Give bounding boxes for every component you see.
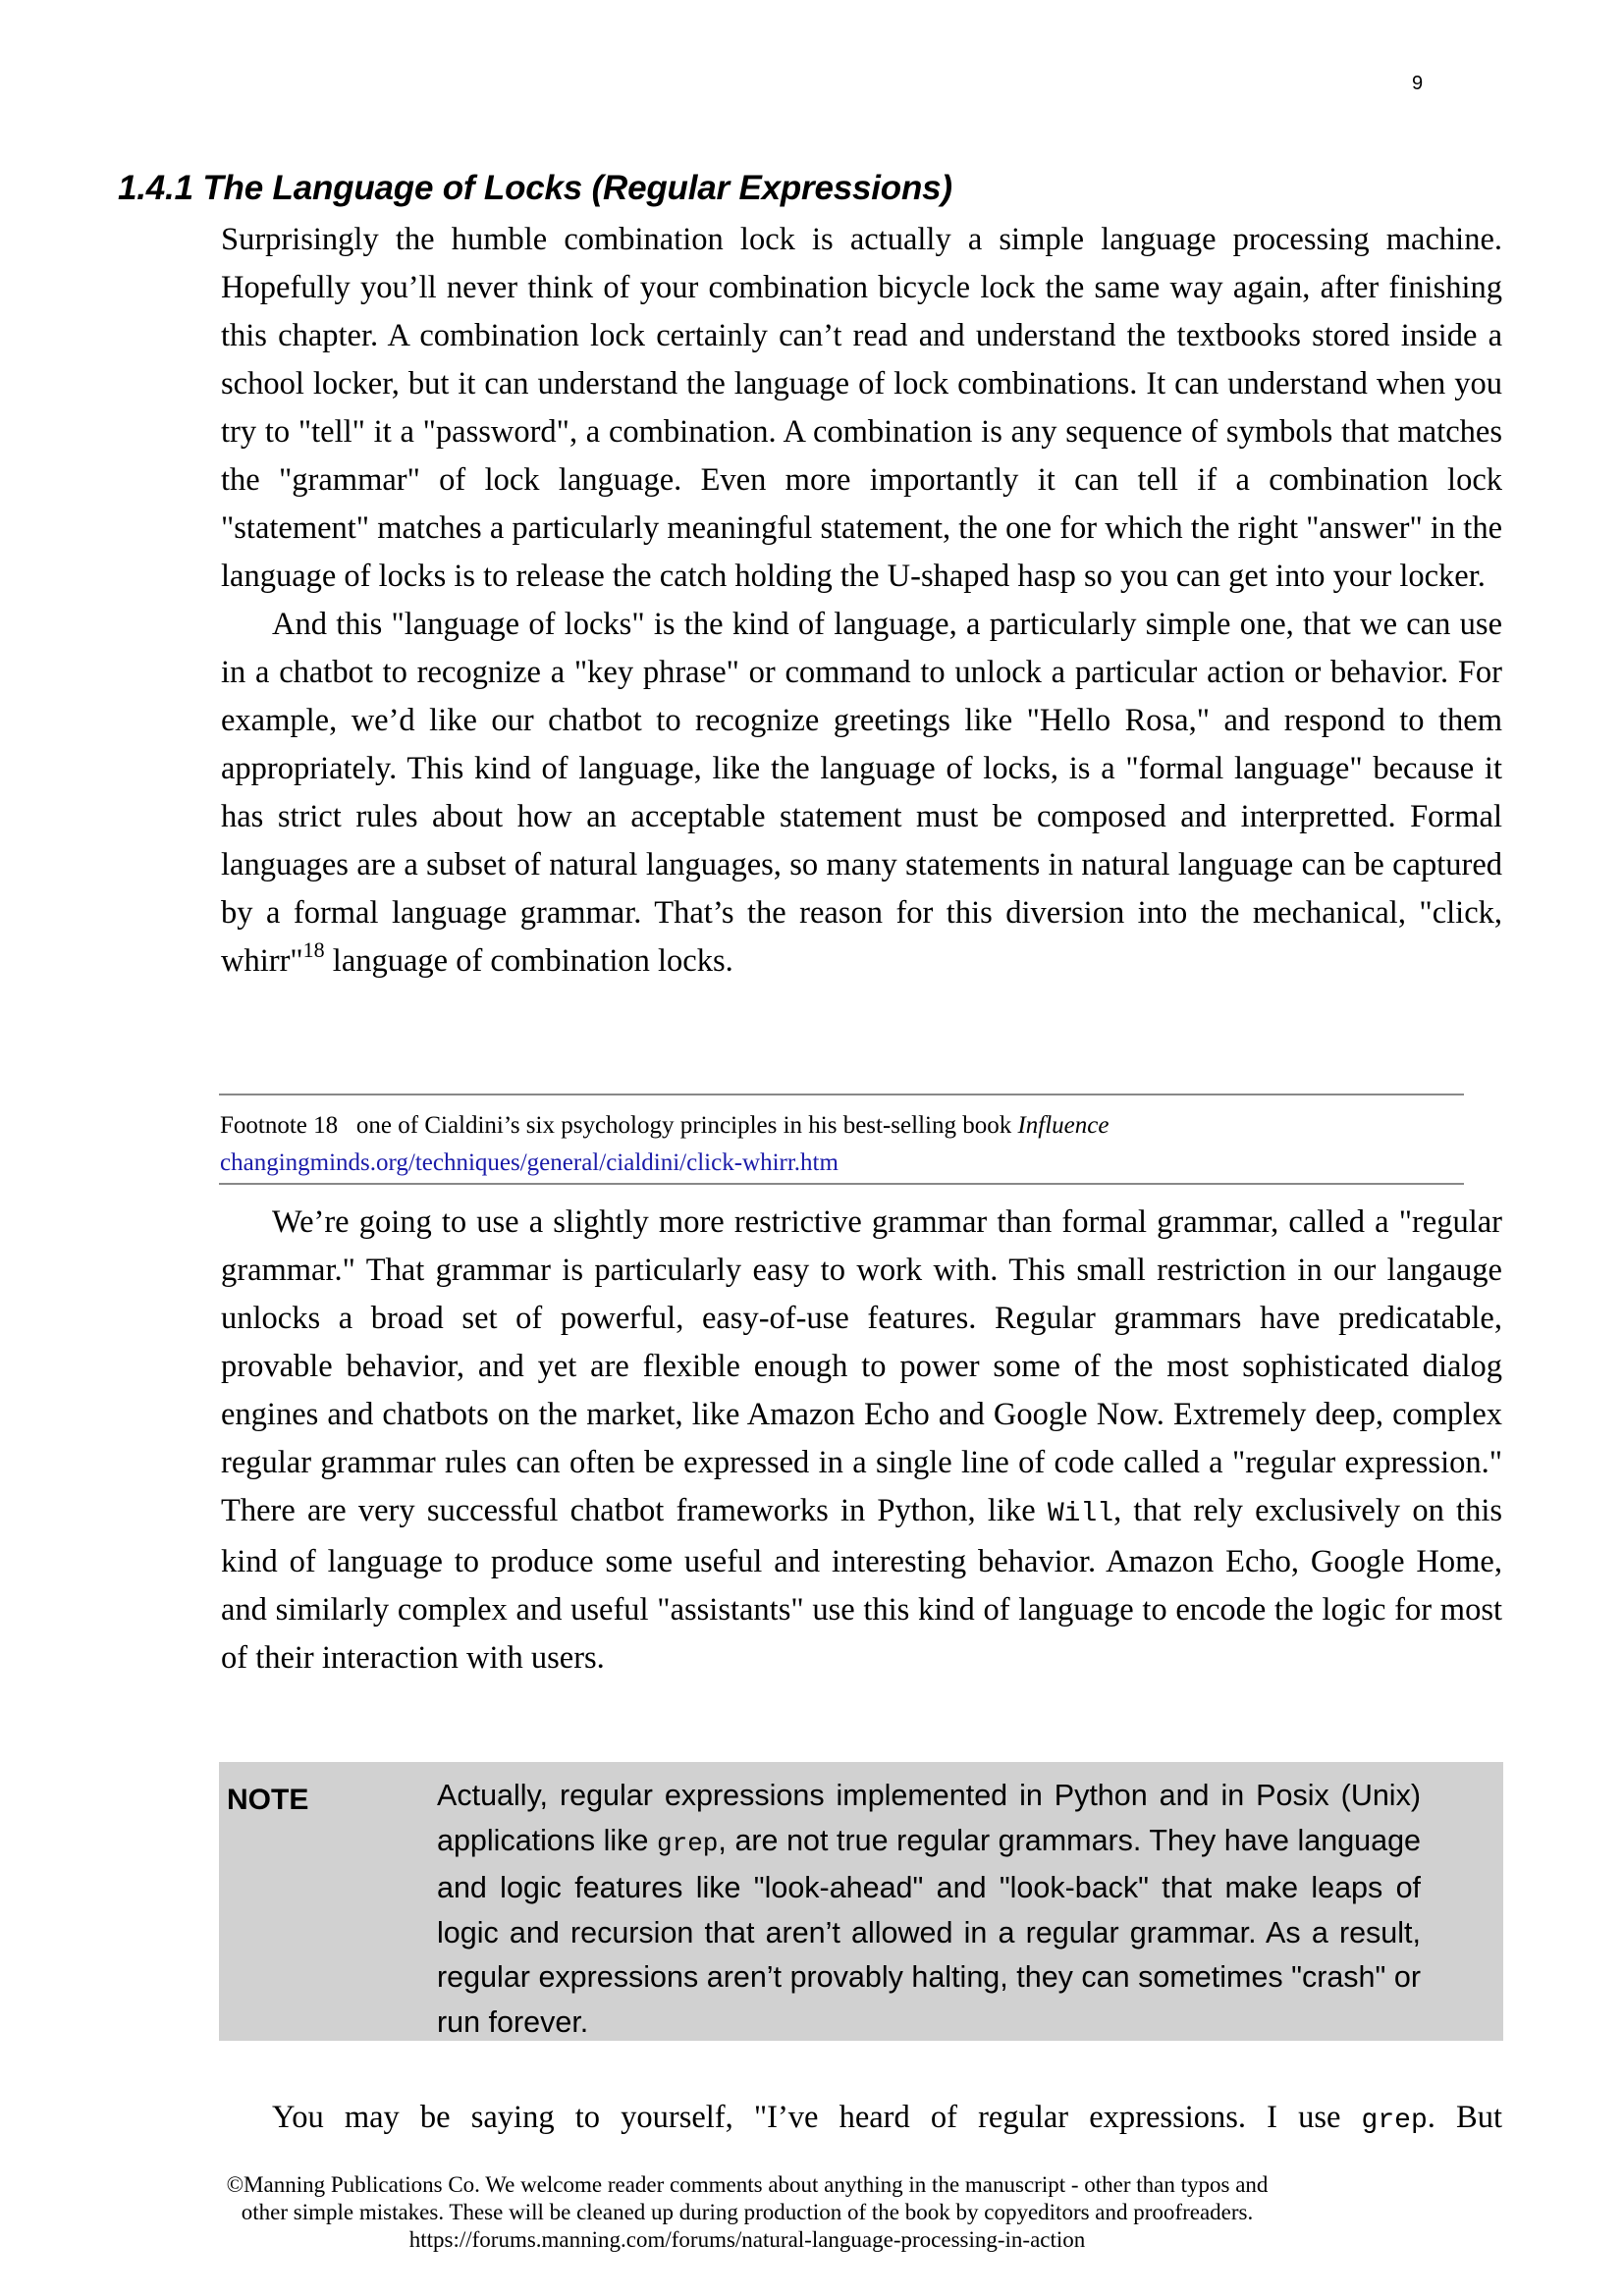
paragraph-text: And this "language of locks" is the kind… (221, 607, 1502, 979)
note-text: Actually, regular expressions implemente… (437, 1774, 1421, 2045)
body-section-2: We’re going to use a slightly more restr… (221, 1199, 1502, 1682)
paragraph-regular-grammar: We’re going to use a slightly more restr… (221, 1199, 1502, 1682)
footer-notice: other simple mistakes. These will be cle… (241, 2200, 1254, 2224)
footer-copyright: ©Manning Publications Co. We welcome rea… (226, 2172, 1269, 2197)
body-section-3: You may be saying to yourself, "I’ve hea… (221, 2094, 1502, 2145)
paragraph-grep: You may be saying to yourself, "I’ve hea… (221, 2094, 1502, 2145)
paragraph-combination-lock: Surprisingly the humble combination lock… (221, 222, 1502, 594)
footnote-line: Footnote 18 one of Cialdini’s six psycho… (220, 1107, 1109, 1145)
page-number: 9 (1412, 73, 1424, 94)
footnote: Footnote 18 one of Cialdini’s six psycho… (220, 1107, 1109, 1182)
paragraph-text: You may be saying to yourself, "I’ve hea… (272, 2100, 1362, 2135)
paragraph-text: We’re going to use a slightly more restr… (221, 1204, 1502, 1528)
footnote-top-rule (219, 1094, 1464, 1095)
section-heading: 1.4.1 The Language of Locks (Regular Exp… (118, 169, 952, 207)
footnote-book-title: Influence (1017, 1112, 1110, 1139)
paragraph-text: . But (1427, 2100, 1502, 2135)
note-callout: NOTE Actually, regular expressions imple… (219, 1762, 1503, 2041)
footnote-reference[interactable]: 18 (303, 937, 325, 962)
inline-code-grep: grep (1361, 2106, 1428, 2136)
inline-code-grep: grep (656, 1828, 719, 1858)
note-label: NOTE (227, 1784, 309, 1816)
paragraph-language-of-locks: And this "language of locks" is the kind… (221, 601, 1502, 986)
page-footer: ©Manning Publications Co. We welcome rea… (0, 2171, 1624, 2254)
footnote-link[interactable]: changingminds.org/techniques/general/cia… (220, 1149, 839, 1176)
footnote-text: one of Cialdini’s six psychology princip… (355, 1112, 1018, 1139)
body-section-1: Surprisingly the humble combination lock… (221, 216, 1502, 986)
inline-code-will: Will (1047, 1499, 1114, 1529)
paragraph-text-end: language of combination locks. (332, 943, 733, 979)
footnote-label: Footnote 18 (220, 1112, 339, 1139)
footer-forum-link[interactable]: https://forums.manning.com/forums/natura… (0, 2226, 1624, 2254)
footnote-bottom-rule (219, 1183, 1464, 1185)
